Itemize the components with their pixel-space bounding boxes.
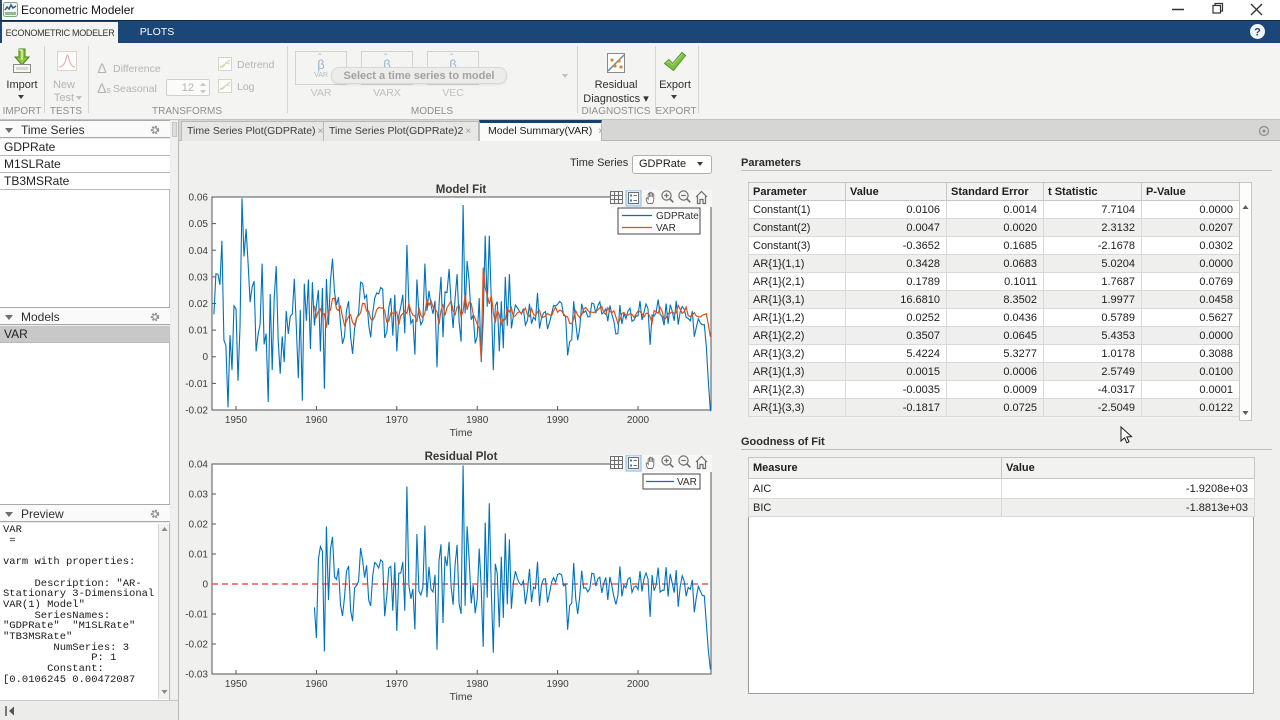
- svg-text:1950: 1950: [225, 679, 248, 690]
- svg-text:-0.02: -0.02: [185, 406, 208, 417]
- svg-text:Model Fit: Model Fit: [436, 184, 487, 196]
- svg-text:GDPRate: GDPRate: [656, 211, 699, 222]
- svg-text:Time: Time: [450, 691, 473, 703]
- svg-text:0.04: 0.04: [189, 460, 209, 471]
- svg-text:0.04: 0.04: [189, 246, 209, 257]
- svg-text:0.02: 0.02: [189, 299, 209, 310]
- svg-text:0.01: 0.01: [189, 550, 209, 561]
- svg-text:1990: 1990: [546, 679, 569, 690]
- svg-text:0.01: 0.01: [189, 326, 209, 337]
- svg-text:-0.01: -0.01: [185, 610, 208, 621]
- svg-text:1980: 1980: [466, 415, 489, 426]
- svg-text:2000: 2000: [627, 679, 650, 690]
- svg-text:-0.02: -0.02: [185, 640, 208, 651]
- svg-text:1970: 1970: [386, 415, 409, 426]
- svg-text:VAR: VAR: [656, 223, 676, 234]
- svg-text:1950: 1950: [225, 415, 248, 426]
- svg-text:Residual Plot: Residual Plot: [425, 451, 498, 463]
- svg-text:1990: 1990: [546, 415, 569, 426]
- svg-text:0.03: 0.03: [189, 490, 209, 501]
- svg-text:0.06: 0.06: [189, 193, 209, 204]
- svg-text:Time: Time: [450, 427, 473, 439]
- svg-text:?: ?: [1254, 27, 1261, 39]
- svg-text:0.02: 0.02: [189, 520, 209, 531]
- svg-text:0: 0: [202, 580, 208, 591]
- svg-text:0: 0: [202, 352, 208, 363]
- svg-text:1960: 1960: [305, 415, 328, 426]
- svg-text:0.05: 0.05: [189, 219, 209, 230]
- svg-text:1960: 1960: [305, 679, 328, 690]
- svg-text:2000: 2000: [627, 415, 650, 426]
- svg-text:-0.03: -0.03: [185, 670, 208, 681]
- svg-text:0.03: 0.03: [189, 272, 209, 283]
- svg-text:-0.01: -0.01: [185, 379, 208, 390]
- svg-text:VAR: VAR: [677, 477, 697, 488]
- svg-text:1980: 1980: [466, 679, 489, 690]
- svg-text:1970: 1970: [386, 679, 409, 690]
